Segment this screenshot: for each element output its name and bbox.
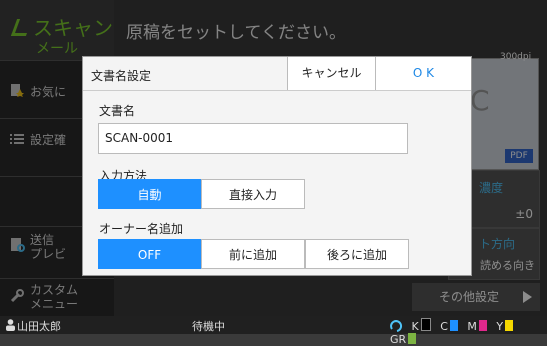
owner-append-option[interactable]: 後ろに追加 bbox=[305, 239, 409, 269]
document-name-dialog: 文書名設定 キャンセル O K 文書名 SCAN-0001 入力方法 自動 直接… bbox=[82, 56, 472, 276]
user-icon bbox=[6, 319, 15, 331]
ok-button[interactable]: O K bbox=[375, 57, 471, 90]
owner-name-label: オーナー名追加 bbox=[99, 222, 184, 236]
ink-levels: K C M Y GR bbox=[390, 318, 547, 346]
cancel-button[interactable]: キャンセル bbox=[287, 57, 375, 90]
input-method-auto-option[interactable]: 自動 bbox=[98, 179, 201, 209]
dialog-divider bbox=[83, 90, 471, 91]
user-name: 山田太郎 bbox=[17, 320, 61, 333]
ink-m: M bbox=[467, 320, 487, 333]
ink-k: K bbox=[412, 318, 431, 333]
ink-c: C bbox=[440, 320, 458, 333]
ink-y: Y bbox=[496, 320, 514, 333]
dialog-title: 文書名設定 bbox=[91, 69, 152, 83]
document-name-input[interactable]: SCAN-0001 bbox=[98, 123, 408, 154]
input-method-direct-option[interactable]: 直接入力 bbox=[201, 179, 305, 209]
ink-gr: GR bbox=[390, 333, 417, 346]
machine-status: 待機中 bbox=[192, 320, 225, 333]
document-name-label: 文書名 bbox=[99, 104, 136, 118]
refresh-icon bbox=[390, 320, 403, 332]
owner-prepend-option[interactable]: 前に追加 bbox=[201, 239, 305, 269]
owner-off-option[interactable]: OFF bbox=[98, 239, 201, 269]
status-bar: 山田太郎 待機中 K C M Y GR bbox=[0, 316, 547, 346]
